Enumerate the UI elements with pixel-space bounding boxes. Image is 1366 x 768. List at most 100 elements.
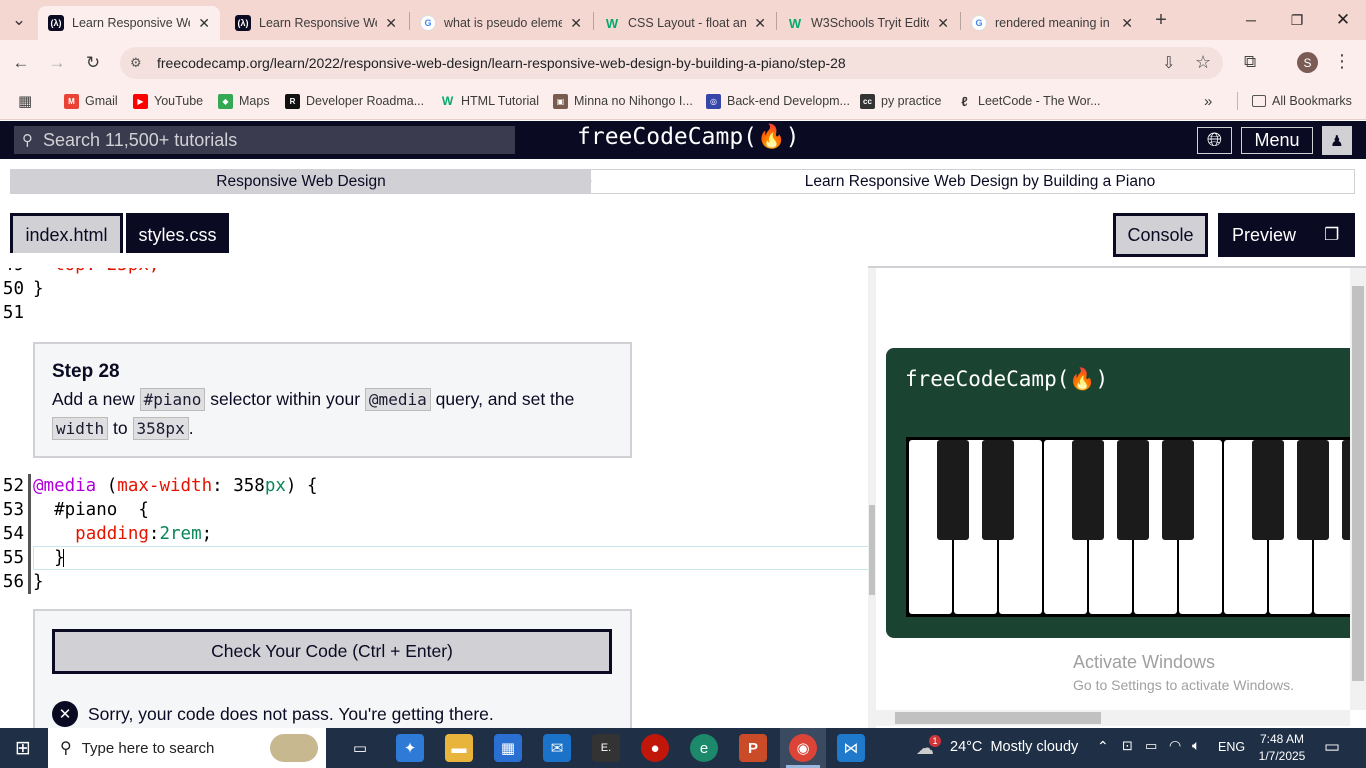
menu-button[interactable]: Menu [1241,127,1313,154]
tab-label: index.html [25,224,108,245]
minimize-button[interactable]: ─ [1228,0,1274,40]
breadcrumb-superblock[interactable]: Responsive Web Design [11,170,591,193]
tab-title: Learn Responsive Web [259,16,378,30]
arrow-right-icon: → [48,53,66,72]
taskbar-search-box[interactable]: ⚲ Type here to search [48,728,326,768]
browser-tab-3[interactable]: G what is pseudo eleme ✕ [410,6,592,40]
black-key [1342,440,1350,540]
volume-icon[interactable]: 🔈︎ [1192,737,1200,754]
all-bookmarks-button[interactable]: All Bookmarks [1252,92,1352,110]
site-info-icon[interactable]: ⚙ [130,55,142,71]
browser-tab-2[interactable]: (λ) Learn Responsive Web ✕ [225,6,407,40]
bookmark-py-practice[interactable]: cc py practice [860,92,941,110]
close-icon[interactable]: ✕ [1121,15,1133,32]
tab-styles-css[interactable]: styles.css [126,213,229,257]
browser-tab-4[interactable]: W CSS Layout - float an ✕ [594,6,776,40]
edge-icon[interactable]: e [690,734,718,762]
back-button[interactable]: ← [6,48,36,78]
preview-vscroll-thumb[interactable] [1352,286,1364,681]
reload-button[interactable]: ↻ [78,48,108,78]
clock-date: 1/7/2025 [1258,749,1306,763]
meet-icon[interactable]: ⊡ [1122,738,1133,754]
user-avatar[interactable]: ♟ [1322,126,1352,155]
vscode-icon[interactable]: ⋈ [837,734,865,762]
console-button[interactable]: Console [1113,213,1208,257]
inline-code: 358px [132,417,189,440]
preview-hscroll-thumb[interactable] [895,712,1101,724]
browser-tab-1[interactable]: (λ) Learn Responsive We ✕ [38,6,220,40]
bookmark-backend-development[interactable]: ◎ Back-end Developm... [706,92,850,110]
profile-avatar[interactable]: S [1297,52,1318,73]
text-cursor [63,549,64,567]
google-icon: G [971,15,987,31]
battery-icon[interactable]: ▭ [1145,738,1157,754]
browser-tab-5[interactable]: W W3Schools Tryit Edito ✕ [777,6,959,40]
breadcrumb-block[interactable]: Learn Responsive Web Design by Building … [600,170,1360,193]
popout-icon[interactable]: ❐ [1324,225,1339,245]
tab-search-button[interactable]: ⌄ [4,5,34,35]
new-tab-button[interactable]: + [1146,5,1176,35]
fcc-logo[interactable]: freeCodeCamp(🔥) [577,123,800,150]
powerpoint-icon[interactable]: P [739,734,767,762]
line-number: 52 [2,476,24,496]
close-icon[interactable]: ✕ [385,15,397,32]
line-number: 56 [2,572,24,592]
preview-button[interactable]: Preview ❐ [1218,213,1355,257]
arrow-left-icon: ← [12,53,30,72]
image-icon: ▣ [553,93,568,109]
line-number: 55 [2,548,24,568]
tab-index-html[interactable]: index.html [10,213,123,257]
w3schools-icon: W [788,15,802,31]
wifi-icon[interactable]: ◠ [1169,737,1181,754]
inline-code: @media [364,388,431,411]
check-code-label: Check Your Code (Ctrl + Enter) [211,641,453,661]
file-explorer-icon[interactable]: ▬ [445,734,473,762]
bookmark-star-icon[interactable]: ☆ [1195,52,1211,73]
bookmark-youtube[interactable]: ▶ YouTube [133,92,203,110]
weather-text[interactable]: 24°C Mostly cloudy [950,739,1078,755]
close-window-button[interactable]: ✕ [1320,0,1366,40]
clock[interactable]: 7:48 AM 1/7/2025 [1254,731,1310,765]
task-view-icon[interactable]: ▭ [346,734,374,762]
terminal-icon[interactable]: E. [592,734,620,762]
activate-windows-subtitle: Go to Settings to activate Windows. [1073,677,1294,693]
language-indicator[interactable]: ENG [1218,740,1245,754]
windows-start-icon[interactable]: ⊞ [9,734,37,762]
step-description: Add a new #piano selector within your @m… [52,388,575,440]
more-menu-icon[interactable]: ⋮ [1333,51,1351,72]
close-icon[interactable]: ✕ [937,15,949,32]
apps-grid-icon[interactable]: ▦ [18,92,32,110]
piano-keys-drawing [909,440,1350,614]
media-player-icon[interactable]: ● [641,734,669,762]
url-text[interactable]: freecodecamp.org/learn/2022/responsive-w… [157,55,846,71]
check-code-button[interactable]: Check Your Code (Ctrl + Enter) [52,629,612,674]
close-icon[interactable]: ✕ [570,15,582,32]
browser-tab-6[interactable]: G rendered meaning in ✕ [961,6,1143,40]
extensions-icon[interactable]: ⧉ [1244,52,1256,72]
bookmark-leetcode[interactable]: ℓ LeetCode - The Wor... [957,92,1100,110]
current-line-highlight [33,546,869,570]
bookmark-gmail[interactable]: M Gmail [64,92,118,110]
more-bookmarks-chevron-icon[interactable]: » [1204,92,1212,110]
forward-button[interactable]: → [42,48,72,78]
notification-icon[interactable]: ▭ [1324,737,1340,757]
bookmark-maps[interactable]: ◆ Maps [218,92,270,110]
install-app-icon[interactable]: ⇩ [1162,53,1175,73]
language-button[interactable]: 🌐︎ [1197,127,1232,154]
bookmark-developer-roadmap[interactable]: R Developer Roadma... [285,92,424,110]
bookmark-html-tutorial[interactable]: W HTML Tutorial [440,92,539,110]
restore-button[interactable]: ❐ [1274,0,1320,40]
chevron-up-icon[interactable]: ⌃ [1097,738,1109,755]
piano-logo: freeCodeCamp(🔥) [905,367,1109,391]
chrome-icon[interactable]: ◉ [789,734,817,762]
search-input[interactable]: ⚲ Search 11,500+ tutorials [14,126,515,154]
close-icon[interactable]: ✕ [198,15,210,32]
bookmark-minna-no-nihongo[interactable]: ▣ Minna no Nihongo I... [553,92,693,110]
menu-label: Menu [1254,130,1300,150]
close-icon[interactable]: ✕ [754,15,766,32]
editor-scrollbar-thumb[interactable] [869,505,875,595]
editor-scrollbar[interactable] [868,268,876,728]
copilot-icon[interactable]: ✦ [396,734,424,762]
microsoft-store-icon[interactable]: ▦ [494,734,522,762]
mail-icon[interactable]: ✉ [543,734,571,762]
